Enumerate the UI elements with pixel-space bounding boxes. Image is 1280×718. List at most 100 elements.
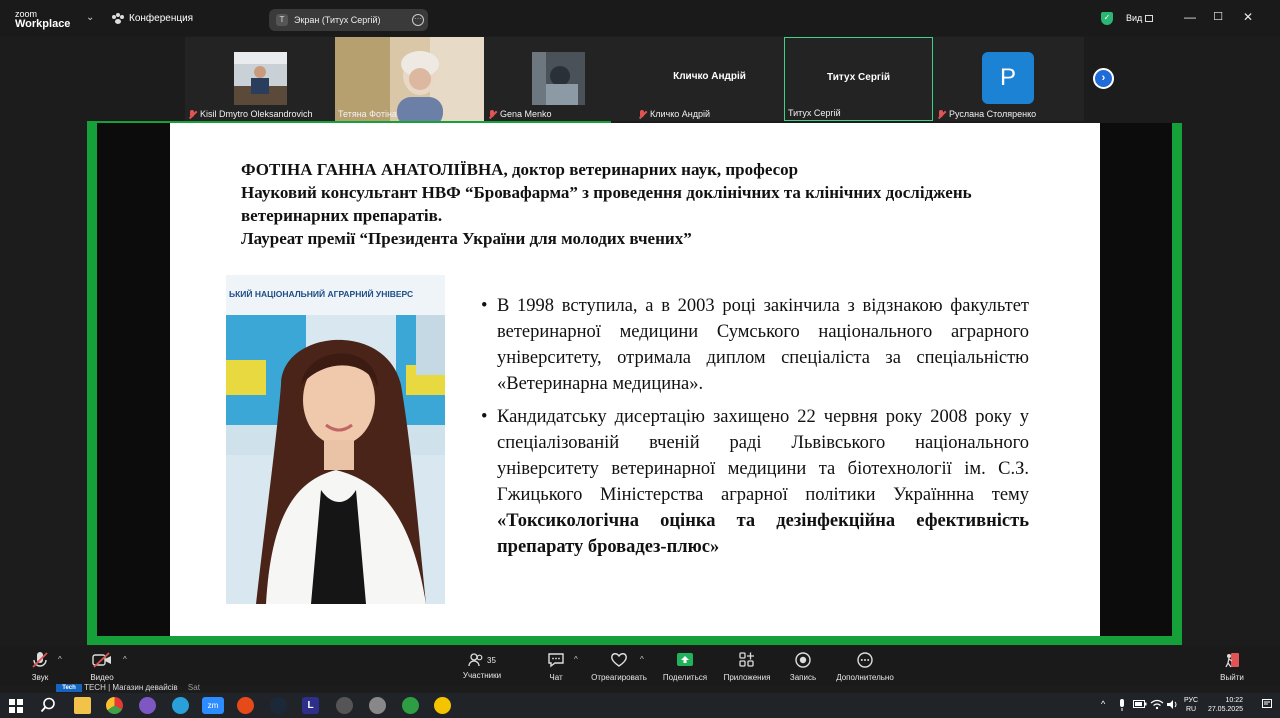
- participant-tile[interactable]: Gena Menko: [485, 37, 634, 121]
- presentation-slide: ФОТІНА ГАННА АНАТОЛІЇВНА, доктор ветерин…: [170, 123, 1100, 636]
- app-l-icon[interactable]: L: [302, 697, 319, 714]
- participants-icon: [468, 653, 483, 667]
- participant-display-name: Кличко Андрій: [673, 71, 746, 82]
- leave-button[interactable]: Выйти: [1218, 651, 1246, 682]
- windows-start-icon[interactable]: [9, 699, 23, 713]
- more-options-icon[interactable]: ···: [412, 14, 424, 26]
- bullet-text: В 1998 вступила, а в 2003 році закінчила…: [497, 296, 1029, 394]
- bullet-item: • В 1998 вступила, а в 2003 році закінчил…: [481, 296, 1029, 394]
- search-icon[interactable]: [40, 697, 57, 714]
- language-code: РУС: [1184, 697, 1199, 704]
- volume-icon[interactable]: [1166, 699, 1179, 712]
- battery-icon[interactable]: [1133, 699, 1147, 711]
- maximize-icon[interactable]: ☐: [1211, 10, 1225, 23]
- clock[interactable]: 10:22 27.05.2025: [1205, 696, 1243, 714]
- app-icon[interactable]: [336, 697, 353, 714]
- security-shield-icon[interactable]: ✓: [1101, 12, 1113, 25]
- participant-name-text: Kisil Dmytro Oleksandrovich: [200, 109, 313, 119]
- input-language[interactable]: РУС RU: [1184, 696, 1198, 714]
- telegram-icon[interactable]: [172, 697, 189, 714]
- leave-icon: [1225, 653, 1239, 668]
- clock-date: 27.05.2025: [1207, 706, 1243, 713]
- muted-mic-icon: [638, 109, 647, 119]
- clock-time: 10:22: [1225, 697, 1243, 704]
- app-icon[interactable]: [369, 697, 386, 714]
- react-options-caret[interactable]: ^: [640, 655, 644, 664]
- participant-tile[interactable]: Kisil Dmytro Oleksandrovich: [185, 37, 334, 121]
- app-logo: zoom Workplace: [15, 9, 71, 30]
- steam-icon[interactable]: [270, 697, 287, 714]
- participant-tile[interactable]: Тетяна Фотіна: [335, 37, 484, 121]
- participant-tile-active-speaker[interactable]: Титух Сергій Титух Сергій: [784, 37, 933, 121]
- chrome-icon[interactable]: [106, 697, 123, 714]
- next-page-button[interactable]: ›: [1093, 68, 1114, 89]
- grid-icon: [1145, 15, 1154, 23]
- file-explorer-icon[interactable]: [74, 697, 91, 714]
- meeting-menu-label: Конференция: [129, 13, 194, 24]
- leave-label: Выйти: [1220, 673, 1244, 682]
- more-button[interactable]: Дополнительно: [834, 651, 896, 682]
- video-button[interactable]: Видео: [88, 651, 116, 682]
- muted-mic-icon: [32, 652, 48, 668]
- app-icon[interactable]: [237, 697, 254, 714]
- chat-options-caret[interactable]: ^: [574, 655, 578, 664]
- more-icon: [857, 652, 873, 668]
- participant-tile[interactable]: P Руслана Столяренко: [934, 37, 1083, 121]
- bullet-text-bold: «Токсикологічна оцінка та дезінфекційна …: [497, 511, 1029, 557]
- slide-bullets: • В 1998 вступила, а в 2003 році закінчил…: [481, 293, 1029, 567]
- minimize-icon[interactable]: —: [1183, 10, 1197, 24]
- notifications-icon[interactable]: [1262, 699, 1272, 712]
- tray-expand-caret[interactable]: ^: [1101, 699, 1105, 709]
- avatar: P: [982, 52, 1034, 104]
- participants-button[interactable]: 35 Участники: [458, 651, 506, 680]
- participant-display-name: Титух Сергій: [826, 72, 891, 83]
- chat-label: Чат: [549, 673, 563, 682]
- muted-mic-icon: [937, 109, 946, 119]
- screen-share-pill[interactable]: Т Экран (Титух Сергій) ···: [269, 9, 428, 31]
- chat-button[interactable]: Чат: [544, 651, 568, 682]
- participants-label: Участники: [462, 671, 502, 680]
- view-button[interactable]: Вид: [1126, 13, 1154, 23]
- participant-name-text: Титух Сергій: [788, 108, 841, 118]
- wifi-icon[interactable]: [1150, 699, 1164, 712]
- participant-name: Kisil Dmytro Oleksandrovich: [188, 109, 313, 119]
- muted-mic-icon: [488, 109, 497, 119]
- meeting-toolbar: Звук ^ Видео ^ 35 Участники Чат ^ Отреаг…: [0, 646, 1280, 686]
- view-label: Вид: [1126, 13, 1143, 23]
- audio-options-caret[interactable]: ^: [58, 655, 62, 664]
- torrent-icon[interactable]: [402, 697, 419, 714]
- chevron-down-icon[interactable]: ⌄: [86, 12, 94, 23]
- slide-heading: ФОТІНА ГАННА АНАТОЛІЇВНА, доктор ветерин…: [241, 158, 1041, 250]
- participant-video: [234, 52, 287, 105]
- share-screen-icon: [677, 653, 693, 666]
- logo-name-text: Workplace: [15, 18, 71, 30]
- video-label: Видео: [90, 673, 114, 682]
- zoom-taskbar-icon[interactable]: zm: [202, 697, 224, 714]
- speaker-photo: ЬКИЙ НАЦІОНАЛЬНИЙ АГРАРНИЙ УНІВЕРС: [226, 275, 445, 604]
- chat-icon: [548, 653, 564, 668]
- news-ticker[interactable]: Tech TECH | Магазин девайсів Sat: [56, 683, 200, 692]
- record-label: Запись: [789, 673, 817, 682]
- share-button[interactable]: Поделиться: [661, 651, 709, 682]
- participant-name: Кличко Андрій: [638, 109, 710, 119]
- participant-name-text: Руслана Столяренко: [949, 109, 1037, 119]
- meeting-menu-button[interactable]: Конференция: [112, 12, 194, 24]
- news-sub: Sat: [187, 683, 200, 692]
- close-icon[interactable]: ✕: [1241, 10, 1255, 24]
- viber-icon[interactable]: [139, 697, 156, 714]
- bullet-text: Кандидатську дисертацію захищено 22 черв…: [497, 407, 1029, 505]
- audio-button[interactable]: Звук: [28, 651, 52, 682]
- record-button[interactable]: Запись: [788, 651, 818, 682]
- participant-tile[interactable]: Кличко Андрій Кличко Андрій: [635, 37, 784, 121]
- participant-video: [532, 52, 585, 105]
- bullet-item: • Кандидатську дисертацію захищено 22 чер…: [481, 407, 1029, 557]
- app-icon[interactable]: [434, 697, 451, 714]
- mic-tray-icon[interactable]: [1117, 699, 1127, 713]
- windows-taskbar: zm L ^ РУС RU 10:22 27.05.2025: [0, 693, 1280, 718]
- video-options-caret[interactable]: ^: [123, 655, 127, 664]
- participant-name: Gena Menko: [488, 109, 552, 119]
- paw-icon: [112, 12, 124, 24]
- participant-name-text: Тетяна Фотіна: [338, 109, 397, 119]
- react-label: Отреагировать: [591, 673, 647, 682]
- apps-button[interactable]: Приложения: [721, 651, 773, 682]
